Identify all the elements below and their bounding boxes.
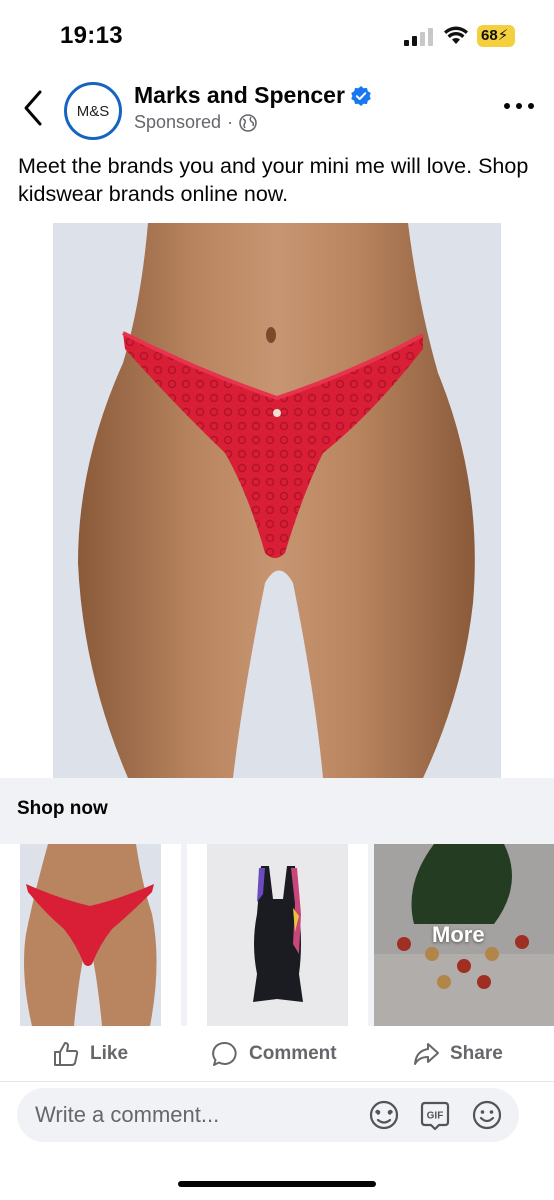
page-avatar[interactable]: M&S (64, 82, 122, 140)
product-carousel: More (0, 842, 554, 1026)
comment-button[interactable]: Comment (211, 1040, 337, 1068)
status-time: 19:13 (60, 22, 123, 49)
battery-charging-icon: ⚡ (497, 27, 509, 44)
globe-icon (239, 113, 257, 132)
sponsored-row: Sponsored · (134, 112, 257, 133)
verified-badge-icon (351, 85, 371, 106)
post-header: M&S Marks and Spencer Sponsored · (0, 70, 554, 146)
shop-now-bar[interactable]: Shop now (0, 778, 554, 842)
like-button[interactable]: Like (52, 1040, 128, 1068)
like-label: Like (90, 1043, 129, 1064)
avatar-text: M&S (76, 102, 110, 120)
home-indicator[interactable] (178, 1181, 376, 1187)
share-button[interactable]: Share (412, 1040, 503, 1068)
avatar-sticker-icon[interactable] (368, 1099, 400, 1131)
carousel-card[interactable] (0, 844, 181, 1026)
more-options-button[interactable] (504, 100, 534, 112)
separator-dot: · (227, 112, 234, 132)
page-name[interactable]: Marks and Spencer (134, 82, 345, 109)
carousel-card[interactable] (187, 844, 368, 1026)
cellular-signal-icon (404, 28, 433, 46)
shop-now-label: Shop now (17, 798, 108, 819)
gif-icon[interactable]: GIF (419, 1099, 451, 1131)
dot (528, 103, 534, 109)
wifi-icon (444, 26, 468, 44)
page-name-row: Marks and Spencer (134, 82, 371, 109)
battery-indicator: 68⚡ (477, 25, 515, 47)
red-lace-underwear-photo (20, 844, 161, 1026)
dot (504, 103, 510, 109)
comment-bubble-icon (212, 1041, 237, 1066)
chevron-left-icon[interactable] (18, 86, 50, 130)
thumbs-up-icon (54, 1042, 79, 1066)
ad-main-image[interactable] (53, 223, 501, 778)
post-caption: Meet the brands you and your mini me wil… (18, 154, 529, 206)
svg-text:GIF: GIF (427, 1111, 444, 1122)
share-arrow-icon (414, 1043, 439, 1065)
carousel-more-label: More (432, 922, 485, 947)
status-bar: 19:13 68⚡ (0, 0, 554, 70)
comment-bar: GIF (17, 1088, 519, 1142)
comment-input[interactable] (35, 1088, 355, 1142)
post-actions: Like Comment Share (0, 1026, 554, 1082)
carousel-card[interactable]: More (374, 844, 554, 1026)
comment-label: Comment (249, 1043, 337, 1064)
dot (516, 103, 522, 109)
battery-level: 68 (481, 27, 498, 44)
emoji-icon[interactable] (471, 1099, 503, 1131)
red-lace-underwear-photo (53, 223, 501, 778)
sponsored-label: Sponsored (134, 112, 222, 132)
black-swimsuit-photo (207, 844, 348, 1026)
share-label: Share (450, 1043, 503, 1064)
